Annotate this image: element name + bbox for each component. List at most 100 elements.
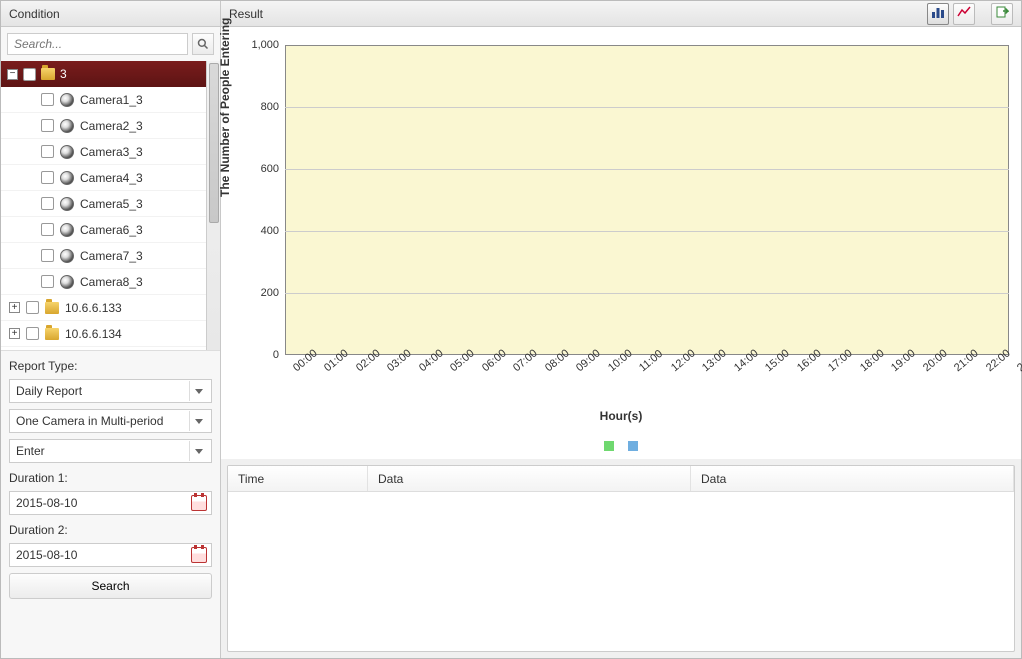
chart: 02004006008001,000 The Number of People … bbox=[227, 37, 1015, 437]
result-panel-title: Result bbox=[229, 7, 263, 21]
camera-label: Camera3_3 bbox=[80, 145, 143, 159]
camera-label: Camera2_3 bbox=[80, 119, 143, 133]
legend-swatch bbox=[604, 441, 614, 451]
checkbox[interactable] bbox=[41, 275, 54, 288]
camera-label: Camera7_3 bbox=[80, 249, 143, 263]
duration1-value: 2015-08-10 bbox=[16, 496, 77, 510]
x-axis-label: Hour(s) bbox=[227, 409, 1015, 423]
camera-icon bbox=[60, 223, 74, 237]
group-label: 10.6.6.134 bbox=[65, 327, 122, 341]
camera-label: Camera5_3 bbox=[80, 197, 143, 211]
folder-icon bbox=[45, 328, 59, 340]
checkbox[interactable] bbox=[41, 119, 54, 132]
folder-icon bbox=[41, 68, 55, 80]
camera-tree[interactable]: − 3 Camera1_3 Camera2_3 Camera3_3 Camera4_3… bbox=[1, 61, 220, 350]
result-table: TimeDataData bbox=[227, 465, 1015, 652]
y-tick-label: 1,000 bbox=[227, 39, 279, 51]
camera-tree-item[interactable]: Camera8_3 bbox=[1, 269, 218, 295]
grid-line bbox=[285, 231, 1009, 232]
checkbox[interactable] bbox=[41, 223, 54, 236]
tree-root-node[interactable]: − 3 bbox=[1, 61, 218, 87]
table-header-cell[interactable]: Time bbox=[228, 466, 368, 491]
export-icon bbox=[995, 5, 1009, 22]
camera-tree-item[interactable]: Camera1_3 bbox=[1, 87, 218, 113]
table-header-cell[interactable]: Data bbox=[691, 466, 1014, 491]
y-tick-label: 600 bbox=[227, 163, 279, 175]
chevron-down-icon bbox=[195, 449, 203, 454]
expand-icon[interactable]: + bbox=[9, 302, 20, 313]
checkbox[interactable] bbox=[23, 68, 36, 81]
camera-icon bbox=[60, 197, 74, 211]
chart-legend bbox=[227, 437, 1015, 459]
expand-icon[interactable]: + bbox=[9, 328, 20, 339]
camera-label: Camera6_3 bbox=[80, 223, 143, 237]
camera-label: Camera8_3 bbox=[80, 275, 143, 289]
camera-icon bbox=[60, 249, 74, 263]
checkbox[interactable] bbox=[41, 93, 54, 106]
camera-icon bbox=[60, 275, 74, 289]
y-tick-label: 800 bbox=[227, 101, 279, 113]
camera-tree-item[interactable]: Camera4_3 bbox=[1, 165, 218, 191]
checkbox[interactable] bbox=[41, 249, 54, 262]
report-type-value: Daily Report bbox=[16, 384, 82, 398]
camera-tree-item[interactable]: Camera2_3 bbox=[1, 113, 218, 139]
mode-value: One Camera in Multi-period bbox=[16, 414, 163, 428]
camera-icon bbox=[60, 119, 74, 133]
calendar-icon[interactable] bbox=[191, 495, 207, 511]
chart-plot-area bbox=[285, 45, 1009, 355]
camera-icon bbox=[60, 93, 74, 107]
line-chart-icon bbox=[957, 5, 971, 22]
y-tick-label: 400 bbox=[227, 225, 279, 237]
group-tree-item[interactable]: +10.6.6.134 bbox=[1, 321, 218, 347]
line-chart-button[interactable] bbox=[953, 3, 975, 25]
tree-root-label: 3 bbox=[60, 67, 67, 81]
checkbox[interactable] bbox=[41, 197, 54, 210]
checkbox[interactable] bbox=[26, 327, 39, 340]
chevron-down-icon bbox=[195, 389, 203, 394]
chevron-down-icon bbox=[195, 419, 203, 424]
search-input[interactable] bbox=[7, 33, 188, 55]
condition-panel-title: Condition bbox=[1, 1, 220, 27]
duration2-value: 2015-08-10 bbox=[16, 548, 77, 562]
table-header-cell[interactable]: Data bbox=[368, 466, 691, 491]
duration1-input[interactable]: 2015-08-10 bbox=[9, 491, 212, 515]
camera-tree-item[interactable]: Camera5_3 bbox=[1, 191, 218, 217]
grid-line bbox=[285, 107, 1009, 108]
direction-value: Enter bbox=[16, 444, 45, 458]
export-button[interactable] bbox=[991, 3, 1013, 25]
search-icon-button[interactable] bbox=[192, 33, 214, 55]
y-axis-label: The Number of People Entering bbox=[218, 18, 232, 197]
grid-line bbox=[285, 293, 1009, 294]
camera-icon bbox=[60, 145, 74, 159]
calendar-icon[interactable] bbox=[191, 547, 207, 563]
duration2-label: Duration 2: bbox=[9, 523, 212, 537]
checkbox[interactable] bbox=[26, 301, 39, 314]
checkbox[interactable] bbox=[41, 145, 54, 158]
x-tick-label: 23:00 bbox=[1015, 347, 1022, 374]
bar-chart-icon bbox=[931, 5, 945, 22]
grid-line bbox=[285, 169, 1009, 170]
report-type-select[interactable]: Daily Report bbox=[9, 379, 212, 403]
group-tree-item[interactable]: +10.6.6.133 bbox=[1, 295, 218, 321]
search-icon bbox=[197, 38, 209, 50]
camera-label: Camera4_3 bbox=[80, 171, 143, 185]
collapse-icon[interactable]: − bbox=[7, 69, 18, 80]
bar-chart-button[interactable] bbox=[927, 3, 949, 25]
y-tick-label: 200 bbox=[227, 287, 279, 299]
camera-icon bbox=[60, 171, 74, 185]
folder-icon bbox=[45, 302, 59, 314]
y-tick-label: 0 bbox=[227, 349, 279, 361]
duration2-input[interactable]: 2015-08-10 bbox=[9, 543, 212, 567]
camera-tree-item[interactable]: Camera6_3 bbox=[1, 217, 218, 243]
mode-select[interactable]: One Camera in Multi-period bbox=[9, 409, 212, 433]
group-label: 10.6.6.133 bbox=[65, 301, 122, 315]
direction-select[interactable]: Enter bbox=[9, 439, 212, 463]
search-button[interactable]: Search bbox=[9, 573, 212, 599]
checkbox[interactable] bbox=[41, 171, 54, 184]
duration1-label: Duration 1: bbox=[9, 471, 212, 485]
report-type-label: Report Type: bbox=[9, 359, 212, 373]
camera-tree-item[interactable]: Camera3_3 bbox=[1, 139, 218, 165]
camera-label: Camera1_3 bbox=[80, 93, 143, 107]
legend-swatch bbox=[628, 441, 638, 451]
camera-tree-item[interactable]: Camera7_3 bbox=[1, 243, 218, 269]
